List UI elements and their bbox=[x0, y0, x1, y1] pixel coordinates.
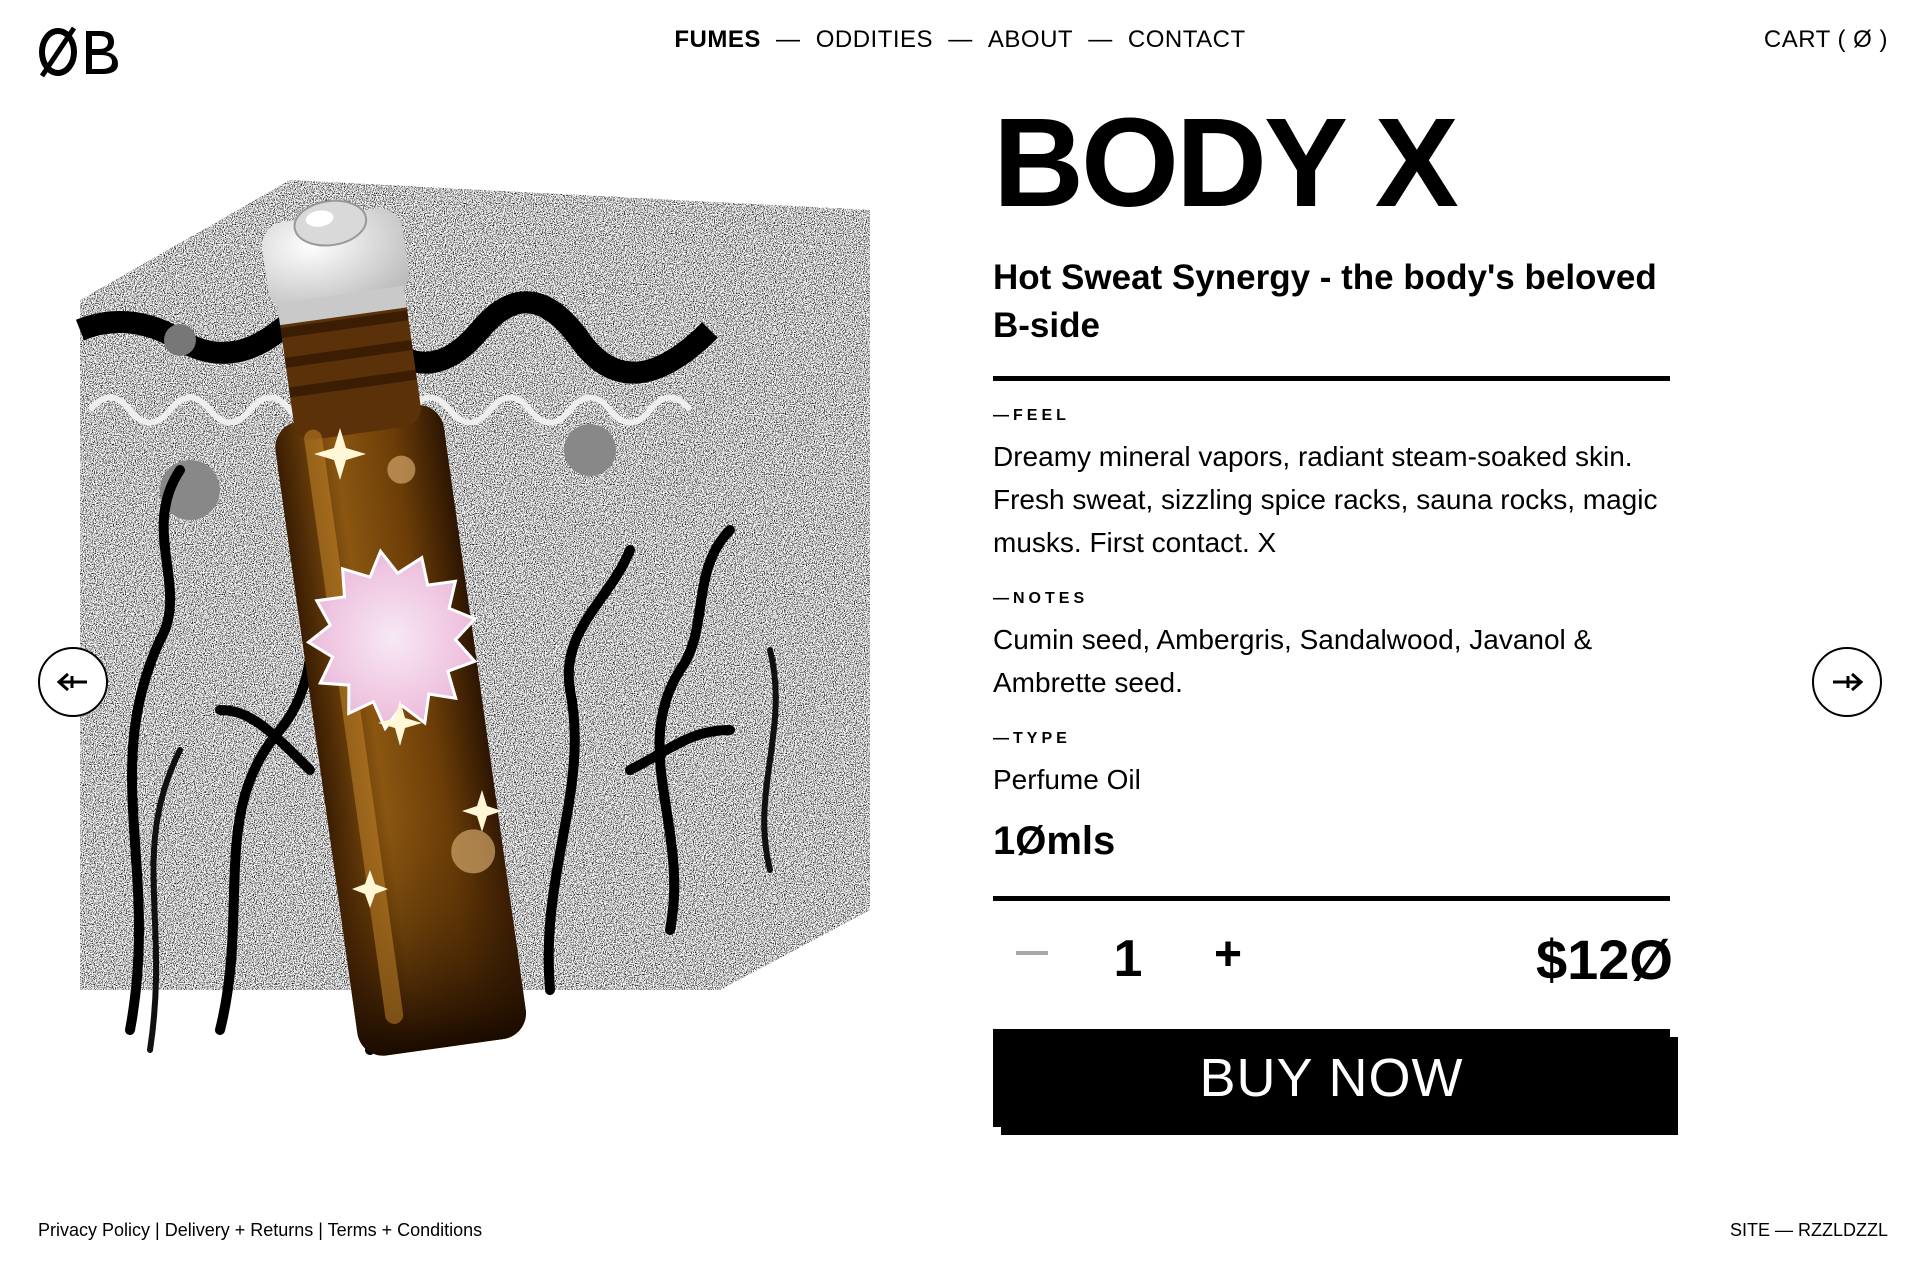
nav-item-oddities[interactable]: ODDITIES bbox=[816, 26, 933, 54]
product-details: BODY X Hot Sweat Synergy - the body's be… bbox=[993, 92, 1678, 1135]
notes-text: Cumin seed, Ambergris, Sandalwood, Javan… bbox=[993, 624, 1593, 698]
site-credit[interactable]: SITE — RZZLDZZL bbox=[1730, 1220, 1888, 1241]
nav-separator: — bbox=[1088, 26, 1113, 53]
minus-icon bbox=[1016, 951, 1048, 955]
nav-item-contact[interactable]: CONTACT bbox=[1128, 26, 1246, 54]
product-image bbox=[70, 170, 900, 1130]
buy-now-container: BUY NOW bbox=[993, 1029, 1678, 1135]
feel-label: —FEEL bbox=[993, 407, 1070, 424]
nav-separator: — bbox=[776, 26, 801, 53]
notes-label: —NOTES bbox=[993, 590, 1089, 607]
main-nav: FUMES — ODDITIES — ABOUT — CONTACT bbox=[0, 26, 1920, 54]
feel-text: Dreamy mineral vapors, radiant steam-soa… bbox=[993, 441, 1658, 558]
product-size: 1Ømls bbox=[993, 819, 1116, 863]
buy-now-button[interactable]: BUY NOW bbox=[993, 1029, 1670, 1127]
arrow-right-icon bbox=[1833, 672, 1864, 692]
quantity-stepper: 1 + $12Ø bbox=[993, 901, 1673, 1021]
next-image-button[interactable] bbox=[1812, 647, 1882, 717]
footer-links[interactable]: Privacy Policy | Delivery + Returns | Te… bbox=[38, 1220, 482, 1241]
product-subtitle: Hot Sweat Synergy - the body's beloved B… bbox=[993, 258, 1657, 345]
quantity-value: 1 bbox=[1113, 930, 1143, 988]
prev-image-button[interactable] bbox=[38, 647, 108, 717]
nav-item-fumes[interactable]: FUMES bbox=[674, 26, 761, 54]
type-label: —TYPE bbox=[993, 730, 1071, 747]
decrease-quantity-button[interactable] bbox=[1015, 936, 1049, 970]
nav-separator: — bbox=[948, 26, 973, 53]
nav-item-about[interactable]: ABOUT bbox=[988, 26, 1073, 54]
product-title: BODY X bbox=[993, 92, 1459, 233]
product-price: $12Ø bbox=[1536, 928, 1673, 991]
increase-quantity-button[interactable]: + bbox=[1208, 931, 1248, 979]
type-text: Perfume Oil bbox=[993, 764, 1141, 795]
cart-link[interactable]: CART ( Ø ) bbox=[1764, 26, 1888, 54]
divider bbox=[993, 376, 1670, 381]
arrow-left-icon bbox=[56, 672, 87, 692]
